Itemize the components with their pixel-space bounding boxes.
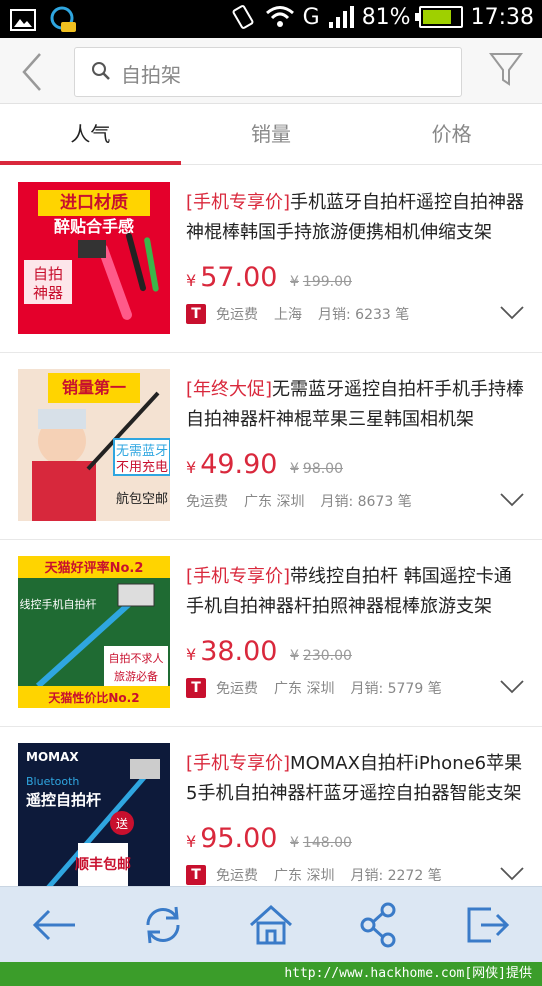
product-meta: T 免运费 广东 深圳 月销: 5779 笔 <box>186 678 442 698</box>
location-label: 广东 深圳 <box>244 494 305 510</box>
product-title: [年终大促]无需蓝牙遥控自拍杆手机手持棒自拍神器杆神棍苹果三星韩国相机架 <box>186 379 525 430</box>
thumb-text: MOMAX <box>26 750 79 764</box>
search-query: 自拍架 <box>121 63 181 87</box>
thumb-text: Bluetooth <box>26 775 79 788</box>
tab-popularity[interactable]: 人气 <box>0 105 181 165</box>
shipping-label: 免运费 <box>186 494 228 510</box>
home-button[interactable] <box>241 895 301 955</box>
location-label: 广东 深圳 <box>274 868 335 884</box>
product-title: [手机专享价]MOMAX自拍杆iPhone6苹果5手机自拍神器杆蓝牙遥控自拍器智… <box>186 753 523 804</box>
thumb-text: 遥控自拍杆 <box>26 791 101 809</box>
thumb-text: 航包空邮 <box>116 491 168 507</box>
refresh-button[interactable] <box>133 895 193 955</box>
chat-app-icon <box>50 6 76 32</box>
list-item[interactable]: MOMAX Bluetooth 遥控自拍杆 送 顺丰包邮 [手机专享价]MOMA… <box>0 727 542 886</box>
sales-label: 月销: 2272 笔 <box>350 868 442 884</box>
thumb-text: 天猫性价比No.2 <box>48 690 139 705</box>
thumb-text: 醉贴合手感 <box>54 217 134 236</box>
product-image: 天猫好评率No.2 线控手机自拍杆 自拍不求人 旅游必备 天猫性价比No.2 <box>18 556 170 708</box>
product-title: [手机专享价]带线控自拍杆 韩国遥控卡通手机自拍神器杆拍照神器棍棒旅游支架 <box>186 566 512 617</box>
nav-back-button[interactable] <box>24 895 84 955</box>
exit-button[interactable] <box>458 895 518 955</box>
shipping-label: 免运费 <box>216 681 258 697</box>
back-button[interactable] <box>14 50 50 94</box>
original-price: ¥199.00 <box>290 274 352 290</box>
battery-icon <box>414 6 463 28</box>
original-price: ¥230.00 <box>290 648 352 664</box>
list-item[interactable]: 销量第一 无需蓝牙 不用充电 航包空邮 [年终大促]无需蓝牙遥控自拍杆手机手持棒… <box>0 353 542 540</box>
sales-label: 月销: 5779 笔 <box>350 681 442 697</box>
product-price: ¥49.90 <box>186 449 278 480</box>
battery-percent: 81% <box>361 4 411 30</box>
thumb-text: 神器 <box>33 284 63 302</box>
tmall-badge-icon: T <box>186 304 206 324</box>
chevron-down-icon[interactable] <box>500 680 524 694</box>
list-item[interactable]: 进口材质 醉贴合手感 自拍 神器 [手机专享价]手机蓝牙自拍杆遥控自拍神器神棍棒… <box>0 166 542 353</box>
sales-label: 月销: 8673 笔 <box>320 494 412 510</box>
thumb-text: 进口材质 <box>60 192 128 213</box>
network-type: G <box>302 4 320 30</box>
gallery-icon <box>10 9 36 31</box>
search-icon <box>92 62 110 80</box>
clock: 17:38 <box>470 4 534 30</box>
chevron-down-icon[interactable] <box>500 867 524 881</box>
signal-icon <box>328 6 354 28</box>
thumb-text: 旅游必备 <box>114 669 158 683</box>
tab-price[interactable]: 价格 <box>361 105 542 164</box>
arrow-left-icon <box>33 909 76 940</box>
chevron-left-icon <box>22 53 41 91</box>
product-meta: T 免运费 广东 深圳 月销: 2272 笔 <box>186 865 442 885</box>
product-list: 进口材质 醉贴合手感 自拍 神器 [手机专享价]手机蓝牙自拍杆遥控自拍神器神棍棒… <box>0 166 542 886</box>
thumb-text: 线控手机自拍杆 <box>20 597 97 611</box>
product-title: [手机专享价]手机蓝牙自拍杆遥控自拍神器神棍棒韩国手持旅游便携相机伸缩支架 <box>186 192 525 243</box>
sales-label: 月销: 6233 笔 <box>318 307 410 323</box>
shipping-label: 免运费 <box>216 307 258 323</box>
product-image: 进口材质 醉贴合手感 自拍 神器 <box>18 182 170 334</box>
wifi-icon <box>265 6 294 27</box>
location-label: 广东 深圳 <box>274 681 335 697</box>
product-meta: T 免运费 上海 月销: 6233 笔 <box>186 304 409 324</box>
tmall-badge-icon: T <box>186 678 206 698</box>
product-image: MOMAX Bluetooth 遥控自拍杆 送 顺丰包邮 <box>18 743 170 886</box>
home-icon <box>249 904 292 944</box>
filter-button[interactable] <box>488 50 524 90</box>
bottom-toolbar <box>0 886 542 962</box>
watermark-strip: http://www.hackhome.com[网侠]提供 <box>0 962 542 986</box>
thumb-text: 销量第一 <box>62 378 126 397</box>
thumb-text: 不用充电 <box>116 459 168 475</box>
tmall-badge-icon: T <box>186 865 206 885</box>
thumb-text: 自拍不求人 <box>109 651 164 665</box>
chevron-down-icon[interactable] <box>500 493 524 507</box>
search-header: 自拍架 <box>0 38 542 104</box>
chevron-down-icon[interactable] <box>500 306 524 320</box>
thumb-text: 送 <box>116 816 128 831</box>
product-image: 销量第一 无需蓝牙 不用充电 航包空邮 <box>18 369 170 521</box>
status-bar: G 81% 17:38 <box>0 0 542 38</box>
funnel-icon <box>489 53 523 86</box>
original-price: ¥98.00 <box>290 461 344 477</box>
refresh-icon <box>146 906 180 943</box>
vibrate-icon <box>232 5 254 29</box>
product-price: ¥57.00 <box>186 262 278 293</box>
share-icon <box>360 902 396 947</box>
thumb-text: 顺丰包邮 <box>75 856 131 873</box>
exit-icon <box>467 907 509 942</box>
thumb-text: 自拍 <box>33 265 63 283</box>
product-meta: 免运费 广东 深圳 月销: 8673 笔 <box>186 491 412 511</box>
sort-tabs: 人气 销量 价格 <box>0 105 542 165</box>
location-label: 上海 <box>274 307 302 323</box>
tab-sales[interactable]: 销量 <box>181 105 362 164</box>
thumb-text: 天猫好评率No.2 <box>45 560 144 576</box>
thumb-text: 无需蓝牙 <box>116 444 168 459</box>
original-price: ¥148.00 <box>290 835 352 851</box>
product-price: ¥95.00 <box>186 823 278 854</box>
product-price: ¥38.00 <box>186 636 278 667</box>
shipping-label: 免运费 <box>216 868 258 884</box>
search-input[interactable]: 自拍架 <box>74 47 462 97</box>
share-button[interactable] <box>349 895 409 955</box>
list-item[interactable]: 天猫好评率No.2 线控手机自拍杆 自拍不求人 旅游必备 天猫性价比No.2 [… <box>0 540 542 727</box>
